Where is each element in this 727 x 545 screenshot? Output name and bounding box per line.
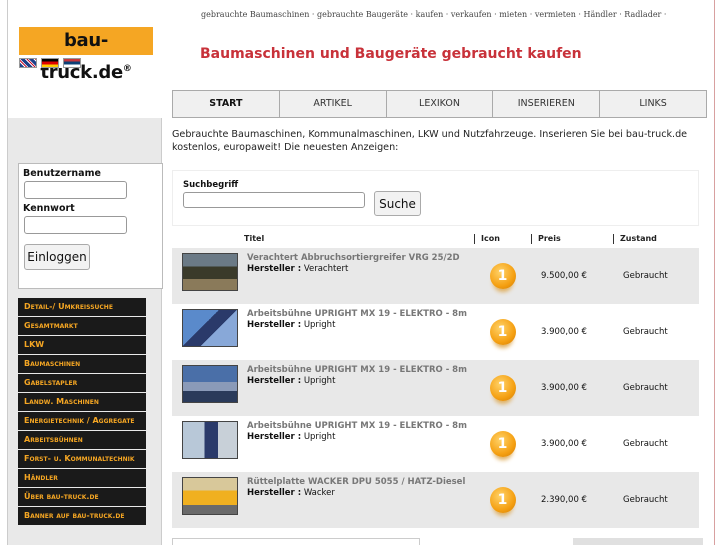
listing-title[interactable]: Arbeitsbühne UPRIGHT MX 19 - ELEKTRO - 8… bbox=[247, 421, 470, 432]
listing-price: 3.900,00 € bbox=[541, 439, 587, 449]
maker-label: Hersteller : bbox=[247, 320, 302, 330]
listing-maker: Hersteller : Wacker bbox=[247, 488, 470, 499]
coin-one-icon: 1 bbox=[489, 431, 516, 457]
coin-one-icon: 1 bbox=[489, 319, 516, 345]
tab-start[interactable]: START bbox=[173, 91, 280, 117]
nav-item-lkw[interactable]: LKW bbox=[18, 336, 146, 354]
username-label: Benutzername bbox=[23, 168, 101, 179]
maker-value: Wacker bbox=[303, 488, 335, 498]
bottom-box-left bbox=[172, 538, 420, 545]
table-row[interactable]: Arbeitsbühne UPRIGHT MX 19 - ELEKTRO - 8… bbox=[172, 304, 699, 360]
listing-thumbnail[interactable] bbox=[182, 477, 238, 515]
login-button[interactable]: Einloggen bbox=[24, 244, 90, 270]
listing-title[interactable]: Rüttelplatte WACKER DPU 5055 / HATZ-Dies… bbox=[247, 477, 470, 488]
listing-thumbnail[interactable] bbox=[182, 421, 238, 459]
maker-label: Hersteller : bbox=[247, 488, 302, 498]
listing-price: 2.390,00 € bbox=[541, 495, 587, 505]
search-button[interactable]: Suche bbox=[374, 191, 421, 216]
listing-thumbnail[interactable] bbox=[182, 365, 238, 403]
maker-label: Hersteller : bbox=[247, 376, 302, 386]
table-header: Titel Icon Preis Zustand bbox=[172, 230, 699, 248]
maker-value: Upright bbox=[303, 320, 336, 330]
listing-maker: Hersteller : Upright bbox=[247, 320, 470, 331]
coin-one-icon: 1 bbox=[489, 375, 516, 401]
listing-price: 3.900,00 € bbox=[541, 327, 587, 337]
nav-item-ueber[interactable]: Über bau-truck.de bbox=[18, 488, 146, 506]
nav-item-gesamtmarkt[interactable]: Gesamtmarkt bbox=[18, 317, 146, 335]
uk-flag-icon[interactable] bbox=[19, 58, 37, 68]
keyword-line: gebrauchte Baumaschinen · gebrauchte Bau… bbox=[201, 10, 667, 19]
listing-state: Gebraucht bbox=[623, 495, 668, 505]
bottom-box-right bbox=[573, 538, 703, 545]
table-row[interactable]: Arbeitsbühne UPRIGHT MX 19 - ELEKTRO - 8… bbox=[172, 360, 699, 416]
tab-links[interactable]: LINKS bbox=[600, 91, 706, 117]
nav-item-forst-kommunal[interactable]: Forst- u. Kommunaltechnik bbox=[18, 450, 146, 468]
listing-price: 9.500,00 € bbox=[541, 271, 587, 281]
listing-thumbnail[interactable] bbox=[182, 253, 238, 291]
nav-item-landw-maschinen[interactable]: Landw. Maschinen bbox=[18, 393, 146, 411]
maker-value: Upright bbox=[303, 376, 336, 386]
coin-one-icon: 1 bbox=[489, 263, 516, 289]
serbia-flag-icon[interactable] bbox=[63, 58, 81, 68]
page: bau-truck.de® Benutzername Kennwort Einl… bbox=[0, 0, 727, 545]
header-thumb bbox=[172, 230, 238, 248]
password-input[interactable] bbox=[24, 216, 127, 234]
left-sidebar: bau-truck.de® Benutzername Kennwort Einl… bbox=[7, 0, 163, 545]
nav-item-gabelstapler[interactable]: Gabelstapler bbox=[18, 374, 146, 392]
main-tabs: START ARTIKEL LEXIKON INSERIEREN LINKS bbox=[172, 90, 707, 118]
germany-flag-icon[interactable] bbox=[41, 58, 59, 68]
header-icon: Icon bbox=[474, 234, 531, 244]
header-zustand: Zustand bbox=[613, 234, 699, 244]
logo-area: bau-truck.de® bbox=[8, 0, 163, 118]
logo-text: bau-truck.de bbox=[40, 30, 123, 83]
listing-price: 3.900,00 € bbox=[541, 383, 587, 393]
username-input[interactable] bbox=[24, 181, 127, 199]
nav-item-arbeitsbuehnen[interactable]: Arbeitsbühnen bbox=[18, 431, 146, 449]
listing-title[interactable]: Arbeitsbühne UPRIGHT MX 19 - ELEKTRO - 8… bbox=[247, 365, 470, 376]
maker-label: Hersteller : bbox=[247, 432, 302, 442]
listing-state: Gebraucht bbox=[623, 383, 668, 393]
language-flags bbox=[19, 58, 81, 68]
search-label: Suchbegriff bbox=[183, 180, 239, 190]
table-row[interactable]: Verachtert Abbruchsortiergreifer VRG 25/… bbox=[172, 248, 699, 304]
nav-item-energietechnik[interactable]: Energietechnik / Aggregate bbox=[18, 412, 146, 430]
right-frame bbox=[714, 0, 727, 545]
coin-one-icon: 1 bbox=[489, 487, 516, 513]
tab-lexikon[interactable]: LEXIKON bbox=[387, 91, 494, 117]
table-row[interactable]: Arbeitsbühne UPRIGHT MX 19 - ELEKTRO - 8… bbox=[172, 416, 699, 472]
search-input[interactable] bbox=[183, 192, 365, 208]
listing-thumbnail[interactable] bbox=[182, 309, 238, 347]
listing-state: Gebraucht bbox=[623, 271, 668, 281]
intro-text: Gebrauchte Baumaschinen, Kommunalmaschin… bbox=[172, 129, 688, 153]
header-titel: Titel bbox=[244, 234, 265, 243]
password-label: Kennwort bbox=[23, 203, 75, 214]
listing-state: Gebraucht bbox=[623, 439, 668, 449]
registered-mark: ® bbox=[122, 64, 132, 74]
nav-item-baumaschinen[interactable]: Baumaschinen bbox=[18, 355, 146, 373]
maker-label: Hersteller : bbox=[247, 264, 302, 274]
table-row[interactable]: Rüttelplatte WACKER DPU 5055 / HATZ-Dies… bbox=[172, 472, 699, 528]
nav-item-banner[interactable]: Banner auf bau-truck.de bbox=[18, 507, 146, 525]
listing-title[interactable]: Verachtert Abbruchsortiergreifer VRG 25/… bbox=[247, 253, 470, 264]
tab-artikel[interactable]: ARTIKEL bbox=[280, 91, 387, 117]
listing-maker: Hersteller : Verachtert bbox=[247, 264, 470, 275]
main-content: gebrauchte Baumaschinen · gebrauchte Bau… bbox=[163, 0, 713, 545]
category-nav: Detail-/ Umkreissuche Gesamtmarkt LKW Ba… bbox=[18, 298, 146, 526]
maker-value: Verachtert bbox=[303, 264, 349, 274]
listings-table: Titel Icon Preis Zustand Verachtert Abbr… bbox=[172, 230, 699, 528]
listing-state: Gebraucht bbox=[623, 327, 668, 337]
maker-value: Upright bbox=[303, 432, 336, 442]
search-box: Suchbegriff Suche bbox=[172, 170, 699, 226]
login-box: Benutzername Kennwort Einloggen bbox=[18, 163, 163, 289]
listing-maker: Hersteller : Upright bbox=[247, 432, 470, 443]
nav-item-detail-search[interactable]: Detail-/ Umkreissuche bbox=[18, 298, 146, 316]
site-logo[interactable]: bau-truck.de® bbox=[19, 27, 153, 83]
page-title: Baumaschinen und Baugeräte gebraucht kau… bbox=[200, 46, 582, 62]
listing-maker: Hersteller : Upright bbox=[247, 376, 470, 387]
tab-inserieren[interactable]: INSERIEREN bbox=[493, 91, 601, 117]
nav-item-haendler[interactable]: Händler bbox=[18, 469, 146, 487]
header-preis: Preis bbox=[531, 234, 613, 244]
listing-title[interactable]: Arbeitsbühne UPRIGHT MX 19 - ELEKTRO - 8… bbox=[247, 309, 470, 320]
